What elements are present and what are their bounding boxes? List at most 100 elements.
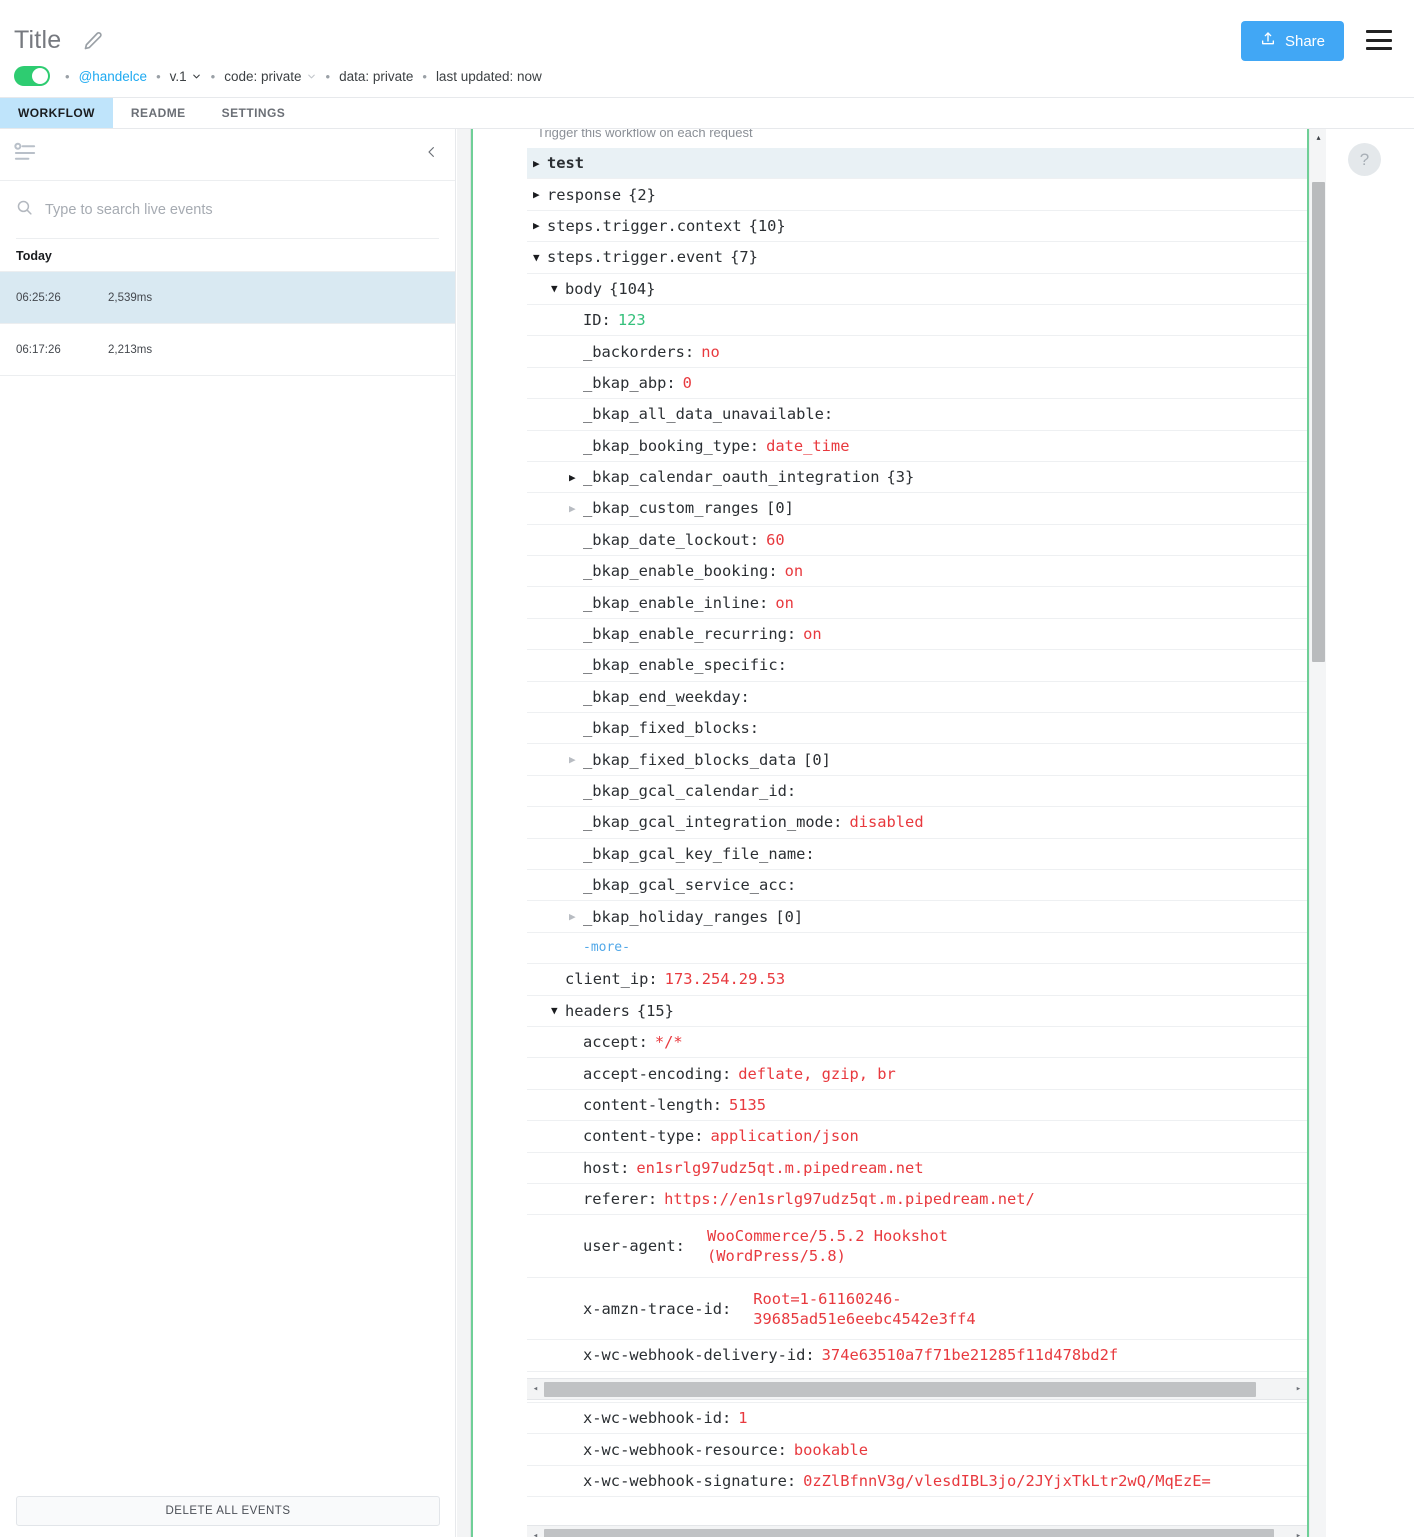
horizontal-scroll-thumb[interactable] (544, 1528, 1274, 1537)
tree-spacer: ▶ (551, 973, 565, 986)
viewer-vertical-scrollbar[interactable]: ▴ (1309, 129, 1326, 1537)
json-key: content-length: (583, 1095, 722, 1114)
json-tree-row: ▶accept: */* (527, 1027, 1307, 1059)
chevron-down-icon (191, 69, 202, 84)
show-more-link[interactable]: -more- (583, 940, 630, 955)
tree-spacer: ▶ (569, 1193, 583, 1206)
meta-separator: • (156, 68, 161, 84)
chevron-right-icon[interactable]: ▶ (569, 910, 583, 923)
json-key: steps.trigger.event (547, 248, 724, 267)
json-tree-row: ▶_bkap_abp: 0 (527, 368, 1307, 400)
chevron-down-icon[interactable]: ▼ (551, 282, 565, 295)
json-tree-row: ▶x-wc-webhook-delivery-id: 374e63510a7f7… (527, 1340, 1307, 1372)
event-detail-viewer: Trigger this workflow on each request ▶ t… (527, 129, 1307, 1537)
json-key: content-type: (583, 1127, 704, 1146)
code-visibility-selector[interactable]: code: private (224, 69, 316, 84)
json-tree-row[interactable]: ▶ _bkap_custom_ranges [0] (527, 493, 1307, 525)
tab-readme[interactable]: README (113, 98, 204, 128)
json-value: 374e63510a7f71be21285f11d478bd2f (821, 1346, 1119, 1365)
chevron-right-icon[interactable]: ▶ (569, 753, 583, 766)
json-value: {2} (628, 185, 656, 204)
delete-all-events-button[interactable]: DELETE ALL EVENTS (16, 1496, 440, 1526)
share-button[interactable]: Share (1240, 21, 1344, 61)
json-value: bookable (793, 1440, 868, 1459)
chevron-right-icon[interactable]: ▶ (533, 188, 547, 201)
title-row: Title (14, 26, 103, 55)
json-key: x-wc-webhook-resource: (583, 1440, 787, 1459)
horizontal-scroll-track[interactable] (544, 1528, 1290, 1537)
json-key: x-wc-webhook-delivery-id: (583, 1346, 815, 1365)
chevron-right-icon[interactable]: ▶ (569, 502, 583, 515)
json-key: _backorders: (583, 342, 695, 361)
json-key: _bkap_enable_specific: (583, 656, 787, 675)
tree-spacer: ▶ (569, 565, 583, 578)
json-key: _bkap_all_data_unavailable: (583, 405, 834, 424)
json-value: 5135 (729, 1095, 767, 1114)
event-list-icon[interactable] (14, 142, 37, 167)
account-handle[interactable]: @handelce (79, 69, 148, 84)
json-tree-row: ▶_bkap_fixed_blocks: (527, 713, 1307, 745)
json-tree-row[interactable]: ▼ steps.trigger.event {7} (527, 242, 1307, 274)
json-tree-row: ▶host: en1srlg97udz5qt.m.pipedream.net (527, 1153, 1307, 1184)
horizontal-scroll-track[interactable] (544, 1381, 1290, 1397)
event-row[interactable]: 06:17:26 2,213ms (0, 324, 455, 376)
scroll-right-arrow-icon[interactable]: ▸ (1290, 1531, 1307, 1537)
chevron-down-icon[interactable]: ▼ (551, 1004, 565, 1017)
json-key: headers (565, 1001, 630, 1020)
scroll-left-arrow-icon[interactable]: ◂ (527, 1384, 544, 1394)
workflow-enabled-toggle[interactable] (14, 66, 50, 86)
search-input[interactable] (45, 201, 439, 218)
top-bar: Title • @handelce • v.1 • code: private … (0, 0, 1414, 98)
json-value: on (784, 562, 804, 581)
json-key: _bkap_fixed_blocks: (583, 719, 760, 738)
json-value: no (701, 342, 720, 361)
chevron-right-icon[interactable]: ▶ (569, 471, 583, 484)
json-tree-row: ▶_bkap_all_data_unavailable: (527, 399, 1307, 431)
tree-spacer: ▶ (569, 439, 583, 452)
scroll-left-arrow-icon[interactable]: ◂ (527, 1531, 544, 1537)
json-tree-row[interactable]: ▼ body {104} (527, 274, 1307, 305)
json-value: {3} (886, 468, 915, 487)
chevron-left-icon[interactable] (424, 141, 439, 168)
json-tree-row[interactable]: ▶ test (527, 148, 1307, 180)
json-value: {104} (609, 279, 656, 298)
json-value: 0 (682, 373, 692, 392)
data-visibility-label: data: private (339, 68, 414, 84)
viewer-horizontal-scrollbar[interactable]: ◂ ▸ (527, 1378, 1307, 1400)
horizontal-scroll-thumb[interactable] (544, 1381, 1256, 1397)
hamburger-icon[interactable] (1366, 30, 1392, 50)
vertical-scroll-thumb[interactable] (1312, 182, 1325, 662)
chevron-right-icon[interactable]: ▶ (533, 219, 547, 232)
chevron-down-icon[interactable]: ▼ (533, 251, 547, 264)
scroll-up-arrow-icon[interactable]: ▴ (1310, 129, 1327, 146)
json-tree-row[interactable]: ▶ _bkap_calendar_oauth_integration {3} (527, 462, 1307, 494)
json-tree-row[interactable]: ▶ steps.trigger.context {10} (527, 211, 1307, 243)
json-tree-row[interactable]: ▼ headers {15} (527, 996, 1307, 1027)
json-tree-row[interactable]: ▶ response {2} (527, 179, 1307, 211)
tree-spacer: ▶ (569, 690, 583, 703)
scroll-right-arrow-icon[interactable]: ▸ (1290, 1384, 1307, 1394)
tree-spacer: ▶ (569, 1130, 583, 1143)
json-tree-row[interactable]: ▶ _bkap_fixed_blocks_data [0] (527, 744, 1307, 776)
meta-separator: • (65, 68, 70, 84)
json-tree-row[interactable]: ▶ _bkap_holiday_ranges [0] (527, 901, 1307, 933)
panel-left-gap (473, 129, 527, 1537)
meta-separator: • (422, 68, 427, 84)
chevron-right-icon[interactable]: ▶ (533, 157, 547, 170)
event-row[interactable]: 06:25:26 2,539ms (0, 272, 455, 324)
tree-spacer: ▶ (569, 1443, 583, 1456)
tab-workflow[interactable]: WORKFLOW (0, 98, 113, 128)
json-key: _bkap_gcal_calendar_id: (583, 782, 797, 800)
json-value: date_time (766, 436, 850, 455)
code-visibility-label: code: private (224, 68, 302, 84)
pencil-icon[interactable] (83, 31, 103, 51)
question-mark-icon[interactable]: ? (1348, 143, 1381, 176)
json-value: [0] (766, 499, 794, 518)
json-tree-row: ▶accept-encoding: deflate, gzip, br (527, 1058, 1307, 1090)
version-selector[interactable]: v.1 (170, 69, 202, 84)
tab-settings[interactable]: SETTINGS (204, 98, 304, 128)
viewer-horizontal-scrollbar-bottom[interactable]: ◂ ▸ (527, 1525, 1307, 1537)
json-key: user-agent: (583, 1237, 685, 1256)
event-duration: 2,539ms (108, 291, 153, 304)
tree-spacer: ▶ (569, 345, 583, 358)
